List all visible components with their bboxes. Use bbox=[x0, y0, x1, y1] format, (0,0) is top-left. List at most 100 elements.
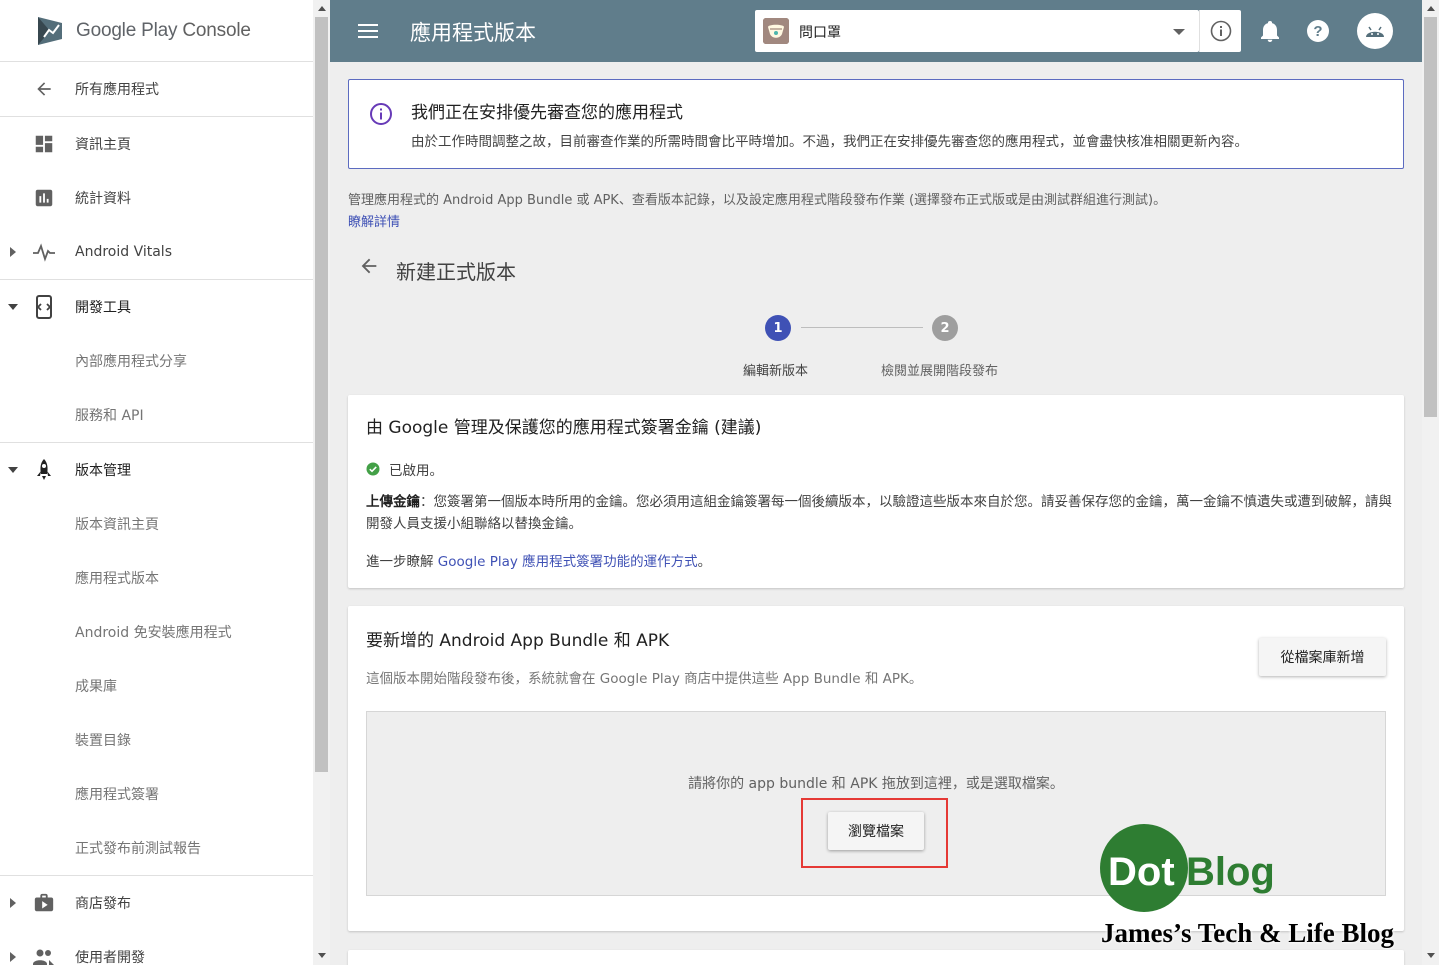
dashboard-icon bbox=[32, 132, 56, 156]
brand-console: Console bbox=[182, 19, 251, 41]
brand-google-play: Google Play bbox=[76, 19, 178, 41]
main-content: 我們正在安排優先審查您的應用程式 由於工作時間調整之故，目前審查作業的所需時間會… bbox=[330, 62, 1422, 965]
notice-body: 由於工作時間調整之故，目前審查作業的所需時間會比平時增加。不過，我們正在安排優先… bbox=[411, 134, 1248, 150]
sidebar-item-pre-launch-report[interactable]: 正式發布前測試報告 bbox=[0, 821, 313, 875]
app-info-button[interactable] bbox=[1199, 10, 1241, 52]
more-prefix: 進一步瞭解 bbox=[366, 554, 438, 570]
add-from-library-button[interactable]: 從檔案庫新增 bbox=[1259, 638, 1386, 676]
stepper-connector bbox=[801, 327, 923, 328]
sidebar-item-label: 裝置目錄 bbox=[75, 733, 131, 749]
sidebar-item-dashboard[interactable]: 資訊主頁 bbox=[0, 117, 313, 171]
android-avatar-icon bbox=[1366, 26, 1384, 37]
vitals-pulse-icon bbox=[32, 240, 56, 264]
signing-status: 已啟用。 bbox=[366, 459, 443, 479]
card-subtitle: 這個版本開始階段發布後，系統就會在 Google Play 商店中提供這些 Ap… bbox=[366, 671, 923, 687]
sidebar-item-label: 應用程式版本 bbox=[75, 571, 159, 587]
upload-key-text: ：您簽署第一個版本時所用的金鑰。您必須用這組金鑰簽署每一個後續版本，以驗證這些版… bbox=[366, 494, 1392, 532]
page-description: 管理應用程式的 Android App Bundle 或 APK、查看版本記錄，… bbox=[348, 193, 1167, 208]
notice-title: 我們正在安排優先審查您的應用程式 bbox=[411, 103, 683, 123]
sidebar-item-label: Android 免安裝應用程式 bbox=[75, 625, 232, 641]
chevron-down-icon[interactable] bbox=[7, 301, 19, 313]
scroll-down-arrow-icon[interactable] bbox=[1426, 951, 1435, 960]
card-title: 由 Google 管理及保護您的應用程式簽署金鑰 (建議) bbox=[366, 418, 762, 438]
step-1-label: 編輯新版本 bbox=[743, 364, 809, 379]
sidebar-item-label: Android Vitals bbox=[75, 244, 172, 260]
sidebar-item-release-dashboard[interactable]: 版本資訊主頁 bbox=[0, 497, 313, 551]
more-suffix: 。 bbox=[697, 554, 712, 570]
upload-key-description: 上傳金鑰：您簽署第一個版本時所用的金鑰。您必須用這組金鑰簽署每一個後續版本，以驗… bbox=[366, 491, 1396, 535]
sidebar-item-android-vitals[interactable]: Android Vitals bbox=[0, 225, 313, 279]
scroll-down-arrow-icon[interactable] bbox=[317, 951, 326, 960]
scrollbar-thumb[interactable] bbox=[1424, 17, 1437, 417]
sidebar-item-artifact-library[interactable]: 成果庫 bbox=[0, 659, 313, 713]
next-card bbox=[348, 950, 1404, 965]
top-app-bar: 應用程式版本 問口罩 ? bbox=[330, 0, 1422, 62]
dev-tools-icon bbox=[32, 295, 56, 319]
users-icon bbox=[32, 945, 56, 965]
store-icon bbox=[32, 891, 56, 915]
page-header-title: 應用程式版本 bbox=[410, 21, 536, 45]
app-signing-card: 由 Google 管理及保護您的應用程式簽署金鑰 (建議) 已啟用。 上傳金鑰：… bbox=[348, 395, 1404, 588]
step-2-label: 檢閱並展開階段發布 bbox=[881, 364, 999, 379]
step-1-circle[interactable]: 1 bbox=[765, 315, 791, 341]
google-play-console-logo-icon bbox=[38, 16, 62, 45]
scrollbar-thumb[interactable] bbox=[315, 17, 328, 772]
sidebar-item-label: 資訊主頁 bbox=[75, 137, 131, 153]
account-avatar[interactable] bbox=[1357, 13, 1393, 49]
hamburger-menu-icon[interactable] bbox=[357, 20, 379, 42]
sidebar-item-all-apps[interactable]: 所有應用程式 bbox=[0, 62, 313, 116]
learn-more-link[interactable]: 瞭解詳情 bbox=[348, 211, 400, 230]
arrow-back-icon bbox=[32, 77, 56, 101]
file-dropzone[interactable]: 請將你的 app bundle 和 APK 拖放到這裡，或是選取檔案。 瀏覽檔案 bbox=[366, 711, 1386, 896]
chevron-right-icon[interactable] bbox=[7, 897, 19, 909]
sidebar-item-label: 版本管理 bbox=[75, 463, 131, 479]
arrow-back-icon[interactable] bbox=[358, 255, 380, 277]
rocket-icon bbox=[32, 458, 56, 482]
bundle-upload-card: 要新增的 Android App Bundle 和 APK 這個版本開始階段發布… bbox=[348, 606, 1404, 931]
sidebar-item-device-catalog[interactable]: 裝置目錄 bbox=[0, 713, 313, 767]
sidebar-item-instant-apps[interactable]: Android 免安裝應用程式 bbox=[0, 605, 313, 659]
sidebar-item-statistics[interactable]: 統計資料 bbox=[0, 171, 313, 225]
sidebar-item-label: 商店發布 bbox=[75, 896, 131, 912]
chevron-down-icon[interactable] bbox=[1173, 28, 1185, 36]
sidebar-scrollbar[interactable] bbox=[313, 0, 330, 965]
help-icon[interactable]: ? bbox=[1306, 19, 1330, 43]
svg-text:?: ? bbox=[1313, 23, 1322, 40]
selected-app-name: 問口罩 bbox=[799, 25, 841, 41]
info-icon bbox=[1210, 20, 1231, 42]
sidebar-item-label: 內部應用程式分享 bbox=[75, 354, 187, 370]
sidebar-item-services-api[interactable]: 服務和 API bbox=[0, 388, 313, 442]
sidebar-item-store-presence[interactable]: 商店發布 bbox=[0, 876, 313, 930]
sidebar-item-label: 所有應用程式 bbox=[75, 82, 159, 98]
check-circle-icon bbox=[366, 462, 380, 476]
brand[interactable]: Google Play Console bbox=[0, 0, 313, 62]
app-thumbnail bbox=[763, 18, 789, 44]
main-scrollbar[interactable] bbox=[1422, 0, 1439, 965]
sidebar-item-app-releases[interactable]: 應用程式版本 bbox=[0, 551, 313, 605]
step-2-circle[interactable]: 2 bbox=[932, 315, 958, 341]
scroll-up-arrow-icon[interactable] bbox=[317, 4, 326, 13]
sidebar-item-label: 統計資料 bbox=[75, 191, 131, 207]
chevron-right-icon[interactable] bbox=[7, 951, 19, 963]
sidebar-item-user-acquisition[interactable]: 使用者開發 bbox=[0, 930, 313, 965]
signing-status-text: 已啟用。 bbox=[389, 463, 443, 479]
chevron-down-icon[interactable] bbox=[7, 464, 19, 476]
app-selector[interactable]: 問口罩 bbox=[755, 10, 1199, 52]
sidebar-item-label: 使用者開發 bbox=[75, 950, 145, 965]
browse-files-button[interactable]: 瀏覽檔案 bbox=[828, 812, 924, 850]
app-signing-link[interactable]: Google Play 應用程式簽署功能的運作方式 bbox=[438, 554, 698, 570]
sidebar-item-release-management[interactable]: 版本管理 bbox=[0, 443, 313, 497]
scroll-up-arrow-icon[interactable] bbox=[1426, 4, 1435, 13]
sidebar-item-label: 應用程式簽署 bbox=[75, 787, 159, 803]
chevron-right-icon[interactable] bbox=[7, 246, 19, 258]
sidebar-item-internal-app-sharing[interactable]: 內部應用程式分享 bbox=[0, 334, 313, 388]
upload-key-label: 上傳金鑰 bbox=[366, 494, 420, 510]
sidebar-item-label: 正式發布前測試報告 bbox=[75, 841, 201, 857]
sidebar-item-app-signing[interactable]: 應用程式簽署 bbox=[0, 767, 313, 821]
sidebar-item-dev-tools[interactable]: 開發工具 bbox=[0, 280, 313, 334]
info-icon bbox=[370, 103, 392, 125]
sidebar-item-label: 成果庫 bbox=[75, 679, 117, 695]
notifications-bell-icon[interactable] bbox=[1258, 19, 1282, 43]
sidebar-item-label: 服務和 API bbox=[75, 408, 144, 424]
release-stepper: 1 2 編輯新版本 檢閱並展開階段發布 bbox=[330, 312, 1422, 382]
